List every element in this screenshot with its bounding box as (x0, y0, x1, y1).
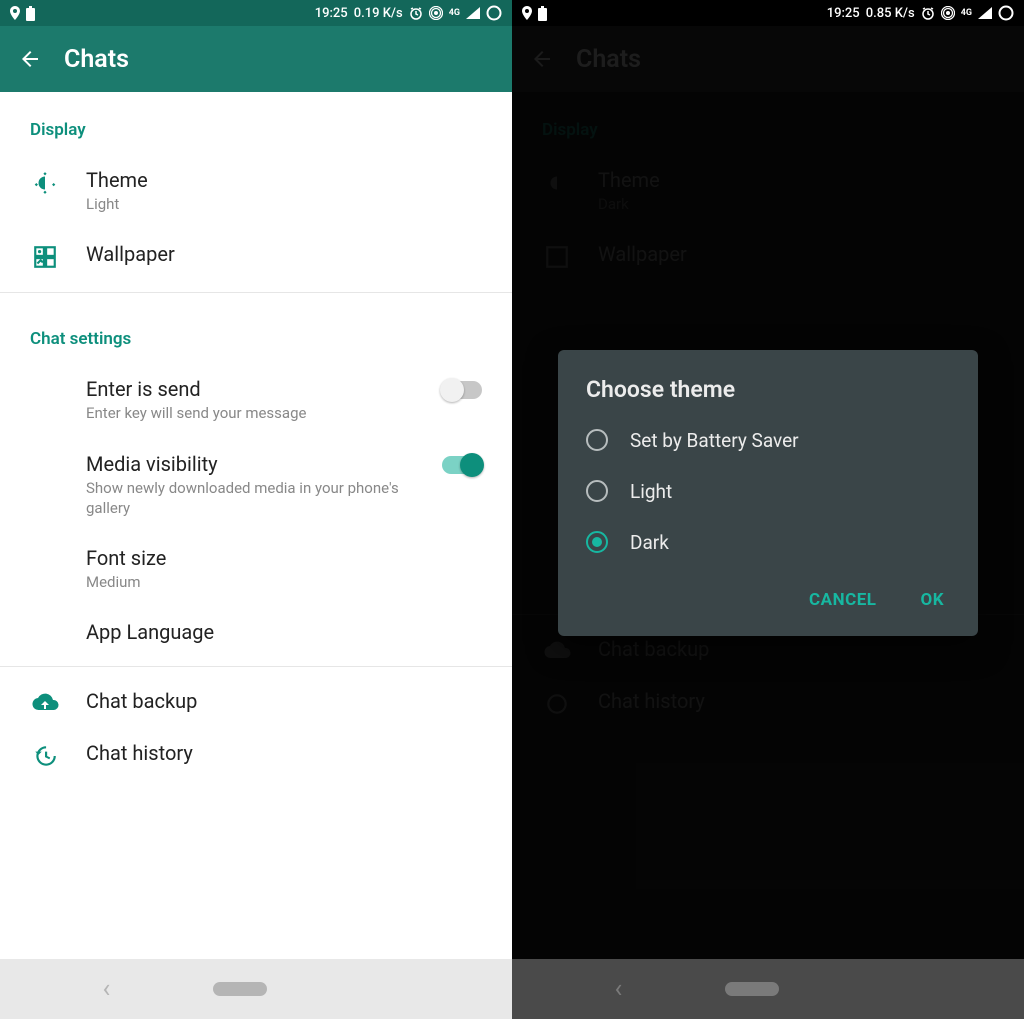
chat-history-title: Chat history (86, 741, 482, 765)
media-vis-title: Media visibility (86, 452, 416, 476)
status-time: 19:25 (827, 6, 860, 21)
battery-icon (538, 6, 547, 21)
radio-light[interactable]: Light (558, 466, 978, 517)
content: Display Theme Light Wallpaper Chat setti… (0, 92, 512, 959)
row-enter-send[interactable]: Enter is send Enter key will send your m… (0, 363, 512, 437)
back-icon[interactable] (18, 47, 42, 71)
radio-icon-selected (586, 531, 608, 553)
row-chat-history[interactable]: Chat history (0, 727, 512, 783)
section-chatsettings: Chat settings (0, 301, 512, 363)
enter-send-title: Enter is send (86, 377, 416, 401)
chat-backup-title: Chat backup (86, 689, 482, 713)
theme-sub: Light (86, 194, 482, 214)
4g-icon: 4G (449, 8, 460, 18)
location-icon (10, 6, 20, 20)
statusbar: 19:25 0.85 K/s 4G (512, 0, 1024, 26)
enter-send-sub: Enter key will send your message (86, 403, 416, 423)
appbar-title: Chats (64, 45, 129, 74)
history-icon (32, 743, 58, 769)
row-app-language[interactable]: App Language (0, 606, 512, 658)
nav-back-icon[interactable]: ‹ (103, 974, 111, 1004)
appbar: Chats (0, 26, 512, 92)
radio-label: Light (630, 480, 672, 503)
row-chat-backup[interactable]: Chat backup (0, 675, 512, 727)
row-theme[interactable]: Theme Light (0, 154, 512, 228)
row-font-size[interactable]: Font size Medium (0, 532, 512, 606)
ok-button[interactable]: OK (910, 584, 954, 616)
signal-icon (978, 7, 992, 19)
row-media-visibility[interactable]: Media visibility Show newly downloaded m… (0, 438, 512, 533)
wallpaper-title: Wallpaper (86, 242, 482, 266)
status-net: 0.19 K/s (354, 6, 403, 21)
font-size-sub: Medium (86, 572, 482, 592)
cancel-button[interactable]: CANCEL (799, 584, 886, 616)
font-size-title: Font size (86, 546, 482, 570)
radio-dark[interactable]: Dark (558, 517, 978, 568)
status-time: 19:25 (315, 6, 348, 21)
media-vis-toggle[interactable] (442, 456, 482, 474)
hotspot-icon (941, 6, 955, 20)
theme-icon (32, 170, 58, 196)
section-display: Display (0, 92, 512, 154)
battery-icon (26, 6, 35, 21)
4g-icon: 4G (961, 8, 972, 18)
signal-icon (466, 7, 480, 19)
nav-home-icon[interactable] (725, 982, 779, 996)
alarm-icon (921, 6, 935, 20)
radio-label: Dark (630, 531, 669, 554)
hotspot-icon (429, 6, 443, 20)
enter-send-toggle[interactable] (442, 381, 482, 399)
status-net: 0.85 K/s (866, 6, 915, 21)
media-vis-sub: Show newly downloaded media in your phon… (86, 478, 416, 519)
dialog-scrim[interactable]: Choose theme Set by Battery Saver Light … (512, 26, 1024, 959)
theme-title: Theme (86, 168, 482, 192)
circle-icon (998, 5, 1014, 21)
wallpaper-icon (32, 244, 58, 270)
divider (0, 666, 512, 667)
radio-label: Set by Battery Saver (630, 429, 799, 452)
radio-icon (586, 480, 608, 502)
radio-icon (586, 429, 608, 451)
cloud-upload-icon (31, 691, 59, 713)
phone-dark: 19:25 0.85 K/s 4G Chats Display Theme Da… (512, 0, 1024, 1019)
dialog-title: Choose theme (558, 376, 978, 415)
navbar: ‹ (0, 959, 512, 1019)
navbar: ‹ (512, 959, 1024, 1019)
row-wallpaper[interactable]: Wallpaper (0, 228, 512, 284)
phone-light: 19:25 0.19 K/s 4G Chats Display Theme Li… (0, 0, 512, 1019)
circle-icon (486, 5, 502, 21)
nav-back-icon[interactable]: ‹ (615, 974, 623, 1004)
nav-home-icon[interactable] (213, 982, 267, 996)
divider (0, 292, 512, 293)
alarm-icon (409, 6, 423, 20)
radio-battery-saver[interactable]: Set by Battery Saver (558, 415, 978, 466)
theme-dialog: Choose theme Set by Battery Saver Light … (558, 350, 978, 636)
app-lang-title: App Language (86, 620, 482, 644)
location-icon (522, 6, 532, 20)
statusbar: 19:25 0.19 K/s 4G (0, 0, 512, 26)
